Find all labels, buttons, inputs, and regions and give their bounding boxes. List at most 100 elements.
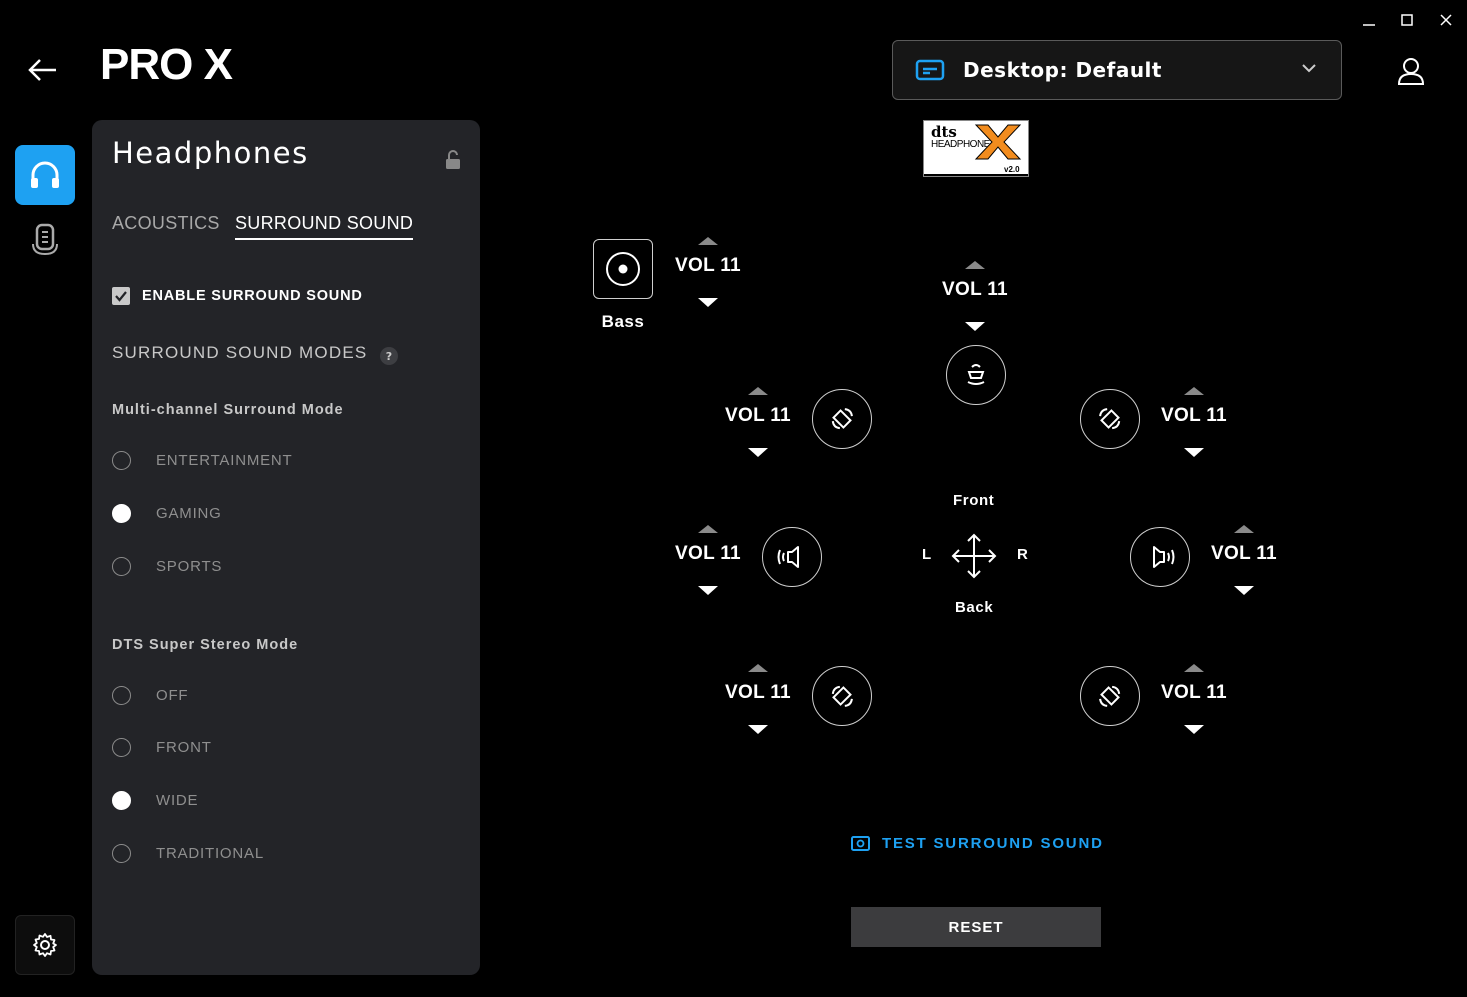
bass-speaker-button[interactable]	[593, 239, 653, 299]
front-right-volume-control: VOL 11	[1154, 387, 1234, 457]
app-window: PRO X Desktop: Default Headphones ACOUST…	[0, 0, 1467, 997]
volume-down-arrow[interactable]	[698, 298, 718, 307]
volume-value: VOL 11	[1211, 543, 1277, 564]
move-arrows-icon	[951, 533, 997, 579]
center-volume-control: VOL 11	[935, 261, 1015, 331]
volume-down-arrow[interactable]	[748, 448, 768, 457]
rear-left-speaker-icon	[831, 685, 853, 707]
headphones-icon	[31, 161, 59, 188]
device-title: PRO X	[100, 40, 233, 89]
close-icon[interactable]	[1431, 8, 1461, 32]
checkbox-checked[interactable]	[112, 287, 130, 305]
volume-up-arrow[interactable]	[1234, 525, 1254, 533]
volume-value: VOL 11	[1161, 405, 1227, 426]
volume-up-arrow[interactable]	[1184, 387, 1204, 395]
radio-label: FRONT	[156, 739, 212, 756]
volume-up-arrow[interactable]	[698, 525, 718, 533]
side-left-speaker-button[interactable]	[762, 527, 822, 587]
minimize-icon[interactable]	[1354, 8, 1384, 32]
side-right-speaker-button[interactable]	[1130, 527, 1190, 587]
volume-down-arrow[interactable]	[965, 322, 985, 331]
volume-down-arrow[interactable]	[698, 586, 718, 595]
unlock-icon[interactable]	[445, 150, 461, 170]
radio-sports[interactable]: SPORTS	[112, 557, 222, 576]
radio-dot-selected[interactable]	[112, 504, 131, 523]
radio-wide[interactable]: WIDE	[112, 791, 198, 810]
center-speaker-icon	[967, 364, 985, 385]
headphones-nav-button[interactable]	[15, 145, 75, 205]
radio-front[interactable]: FRONT	[112, 738, 212, 757]
radio-label: OFF	[156, 687, 189, 704]
gear-icon	[33, 933, 57, 957]
reset-button[interactable]: RESET	[851, 907, 1101, 947]
logo-bar	[924, 174, 1028, 176]
user-account-icon[interactable]	[1396, 56, 1426, 86]
volume-down-arrow[interactable]	[1184, 448, 1204, 457]
front-left-speaker-icon	[831, 408, 853, 430]
front-left-speaker-button[interactable]	[812, 389, 872, 449]
maximize-icon[interactable]	[1392, 8, 1422, 32]
volume-down-arrow[interactable]	[748, 725, 768, 734]
rear-right-volume-control: VOL 11	[1154, 664, 1234, 734]
volume-down-arrow[interactable]	[1234, 586, 1254, 595]
radio-gaming[interactable]: GAMING	[112, 504, 222, 523]
test-surround-label: TEST SURROUND SOUND	[882, 835, 1104, 852]
profile-dropdown[interactable]: Desktop: Default	[892, 40, 1342, 100]
side-left-speaker-icon	[777, 546, 799, 568]
volume-value: VOL 11	[1161, 682, 1227, 703]
radio-label: ENTERTAINMENT	[156, 452, 293, 469]
panel-title: Headphones	[112, 136, 309, 170]
volume-up-arrow[interactable]	[748, 387, 768, 395]
modes-heading: SURROUND SOUND MODES	[112, 343, 368, 362]
front-right-speaker-button[interactable]	[1080, 389, 1140, 449]
radio-off[interactable]: OFF	[112, 686, 188, 705]
front-right-speaker-icon	[1099, 408, 1121, 430]
rear-right-speaker-icon	[1099, 685, 1121, 707]
side-right-speaker-icon	[1153, 546, 1175, 568]
settings-panel: Headphones ACOUSTICS SURROUND SOUND ENAB…	[92, 120, 480, 975]
tab-acoustics[interactable]: ACOUSTICS	[112, 213, 220, 234]
test-surround-button[interactable]: TEST SURROUND SOUND	[851, 835, 1104, 852]
radio-dot-selected[interactable]	[112, 791, 131, 810]
side-left-volume-control: VOL 11	[668, 525, 748, 595]
volume-value: VOL 11	[942, 279, 1008, 300]
volume-up-arrow[interactable]	[748, 664, 768, 672]
x-logo-icon	[974, 124, 1022, 160]
radio-label: GAMING	[156, 505, 222, 522]
check-icon	[115, 291, 127, 302]
front-left-volume-control: VOL 11	[718, 387, 798, 457]
center-speaker-button[interactable]	[946, 345, 1006, 405]
side-right-volume-control: VOL 11	[1204, 525, 1284, 595]
volume-up-arrow[interactable]	[965, 261, 985, 269]
radio-dot[interactable]	[112, 686, 131, 705]
volume-value: VOL 11	[725, 682, 791, 703]
radio-dot[interactable]	[112, 844, 131, 863]
bass-label: Bass	[601, 312, 645, 331]
volume-up-arrow[interactable]	[1184, 664, 1204, 672]
volume-value: VOL 11	[675, 543, 741, 564]
settings-button[interactable]	[15, 915, 75, 975]
radio-label: WIDE	[156, 792, 199, 809]
tab-surround-sound[interactable]: SURROUND SOUND	[235, 213, 414, 240]
radio-entertainment[interactable]: ENTERTAINMENT	[112, 451, 293, 470]
radio-label: TRADITIONAL	[156, 845, 264, 862]
enable-surround-checkbox[interactable]: ENABLE SURROUND SOUND	[112, 287, 363, 305]
help-icon[interactable]: ?	[380, 347, 398, 365]
rear-left-speaker-button[interactable]	[812, 666, 872, 726]
radio-dot[interactable]	[112, 738, 131, 757]
volume-up-arrow[interactable]	[698, 237, 718, 245]
chevron-down-icon	[1302, 64, 1316, 73]
radio-dot[interactable]	[112, 557, 131, 576]
desktop-profile-icon	[915, 59, 945, 81]
front-label: Front	[953, 492, 995, 509]
subwoofer-icon	[606, 252, 640, 286]
rear-left-volume-control: VOL 11	[718, 664, 798, 734]
radio-traditional[interactable]: TRADITIONAL	[112, 844, 264, 863]
speaker-test-icon	[851, 836, 870, 851]
microphone-nav-button[interactable]	[15, 210, 75, 270]
back-arrow-icon[interactable]	[26, 55, 60, 85]
dts-version: v2.0	[1004, 165, 1020, 174]
volume-down-arrow[interactable]	[1184, 725, 1204, 734]
rear-right-speaker-button[interactable]	[1080, 666, 1140, 726]
radio-dot[interactable]	[112, 451, 131, 470]
